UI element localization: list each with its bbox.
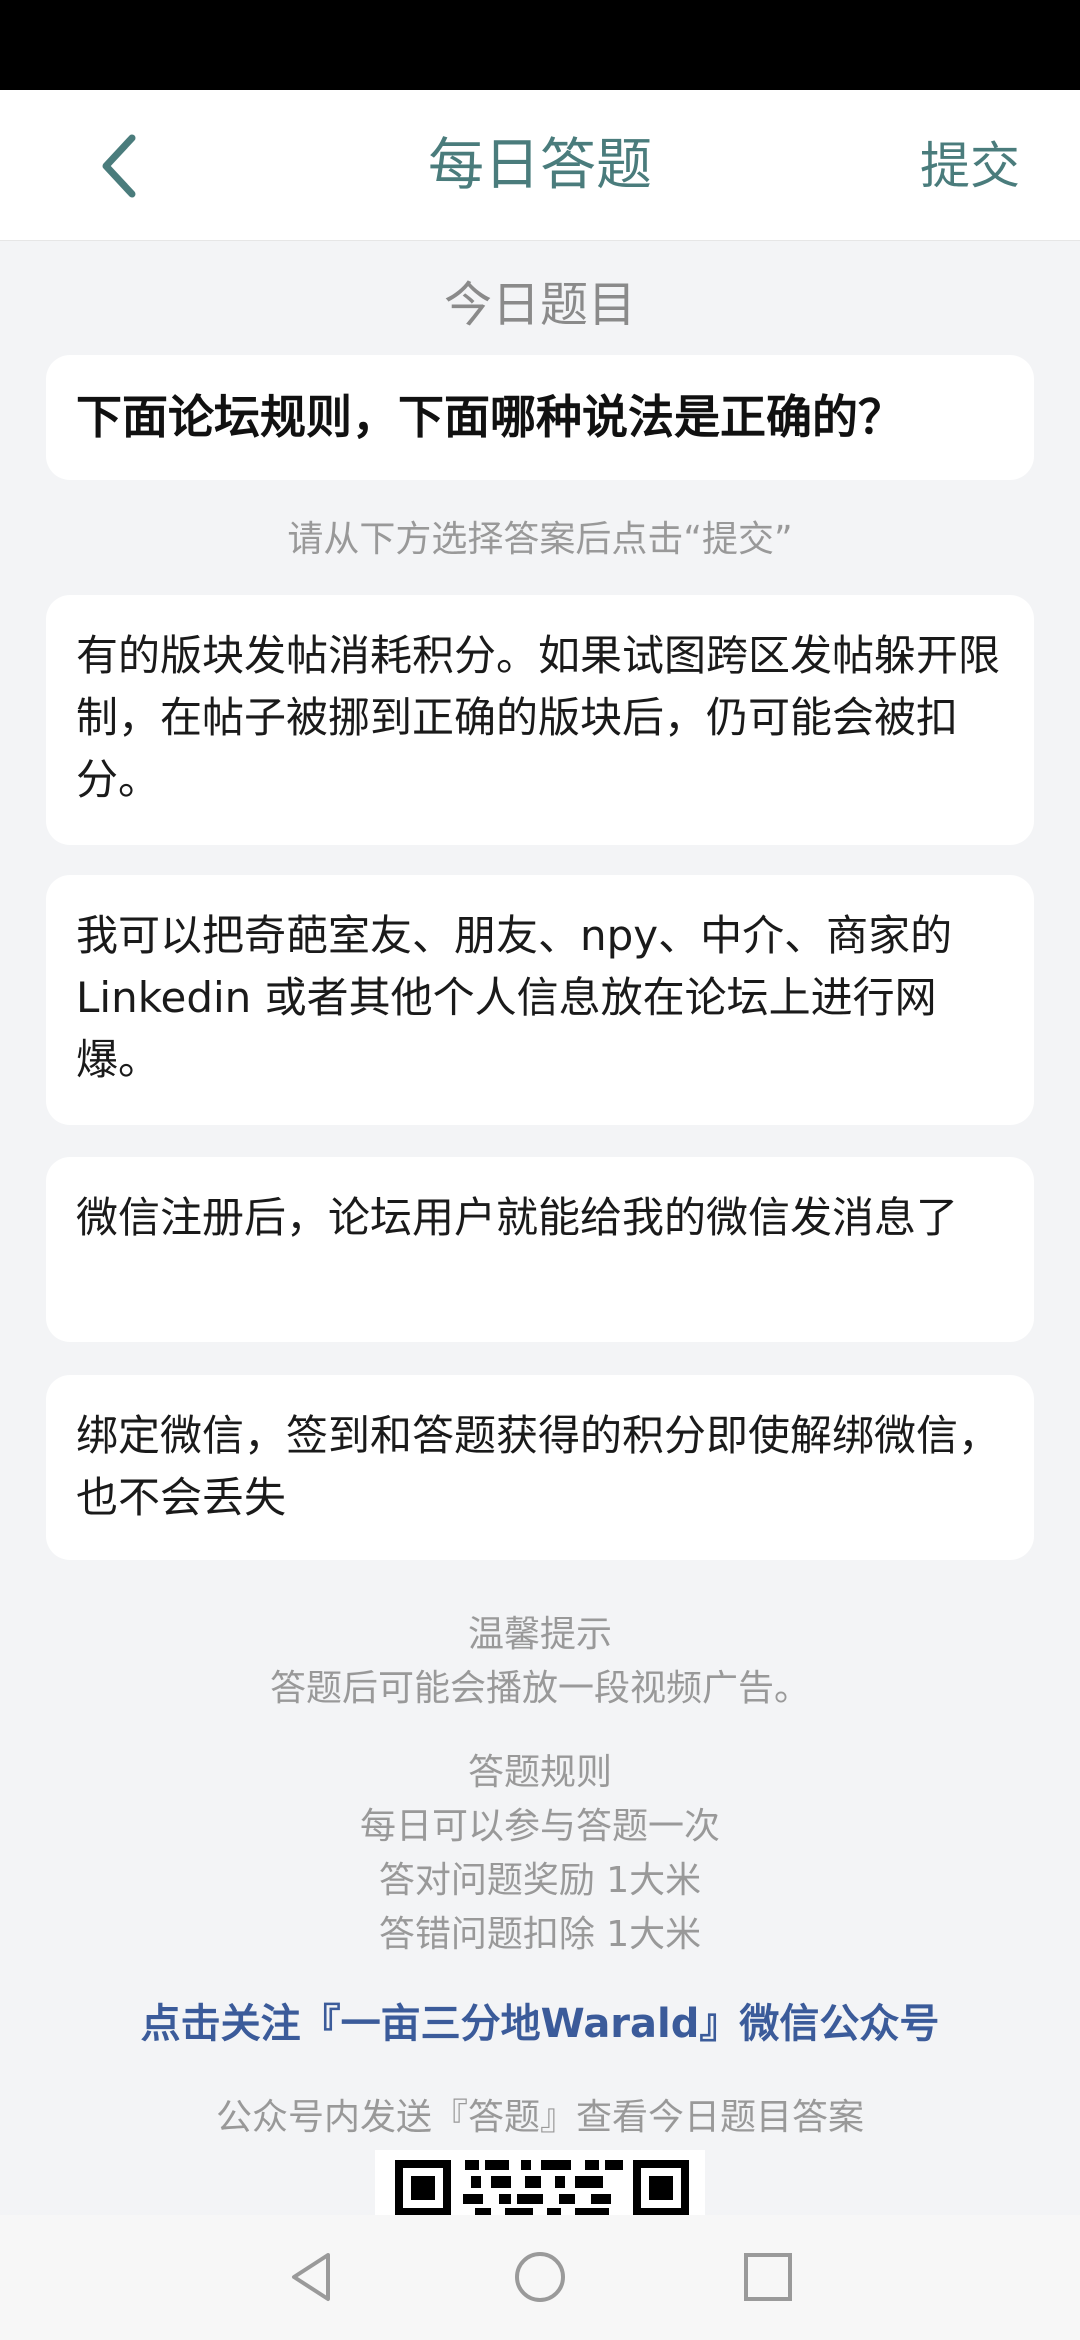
status-bar: [0, 0, 1080, 90]
option-text: 绑定微信，签到和答题获得的积分即使解绑微信，也不会丢失: [76, 1411, 1001, 1522]
answer-option[interactable]: 绑定微信，签到和答题获得的积分即使解绑微信，也不会丢失: [46, 1375, 1034, 1560]
nav-back-button[interactable]: [280, 2245, 344, 2309]
wechat-hint: 公众号内发送『答题』查看今日题目答案: [215, 2097, 864, 2138]
system-nav-bar: [0, 2215, 1080, 2340]
option-text: 微信注册后，论坛用户就能给我的微信发消息了: [76, 1193, 959, 1242]
qr-code-icon: [395, 2160, 689, 2216]
question-text: 下面论坛规则，下面哪种说法是正确的？: [76, 390, 904, 444]
submit-button[interactable]: 提交: [920, 126, 1020, 206]
option-text: 有的版块发帖消耗积分。如果试图跨区发帖躲开限制，在帖子被挪到正确的版块后，仍可能…: [76, 631, 1001, 804]
page-title: 每日答题: [428, 133, 652, 198]
nav-recents-button[interactable]: [736, 2245, 800, 2309]
rules-line: 每日可以参与答题一次: [359, 1806, 720, 1847]
tips-text: 答题后可能会播放一段视频广告。: [269, 1668, 810, 1709]
follow-wechat-link[interactable]: 点击关注『一亩三分地Warald』微信公众号: [0, 1992, 1080, 2056]
rules-line: 答对问题奖励 1大米: [378, 1860, 702, 1901]
answer-option[interactable]: 我可以把奇葩室友、朋友、npy、中介、商家的 Linkedin 或者其他个人信息…: [46, 875, 1034, 1125]
triangle-back-icon: [292, 2253, 330, 2301]
option-text: 我可以把奇葩室友、朋友、npy、中介、商家的 Linkedin 或者其他个人信息…: [76, 911, 953, 1084]
tips-title: 温馨提示: [467, 1614, 612, 1655]
qr-code: [375, 2150, 705, 2220]
rules-line: 答错问题扣除 1大米: [378, 1914, 702, 1955]
section-title: 今日题目: [443, 277, 636, 333]
question-card: 下面论坛规则，下面哪种说法是正确的？: [46, 355, 1034, 480]
answer-option[interactable]: 有的版块发帖消耗积分。如果试图跨区发帖躲开限制，在帖子被挪到正确的版块后，仍可能…: [46, 595, 1034, 845]
app-header: 每日答题 提交: [0, 90, 1080, 241]
circle-home-icon: [515, 2252, 565, 2302]
answer-option[interactable]: 微信注册后，论坛用户就能给我的微信发消息了: [46, 1157, 1034, 1342]
rules-title: 答题规则: [467, 1752, 612, 1793]
instruction-text: 请从下方选择答案后点击“提交”: [287, 519, 793, 560]
nav-home-button[interactable]: [508, 2245, 572, 2309]
square-recents-icon: [744, 2253, 792, 2301]
